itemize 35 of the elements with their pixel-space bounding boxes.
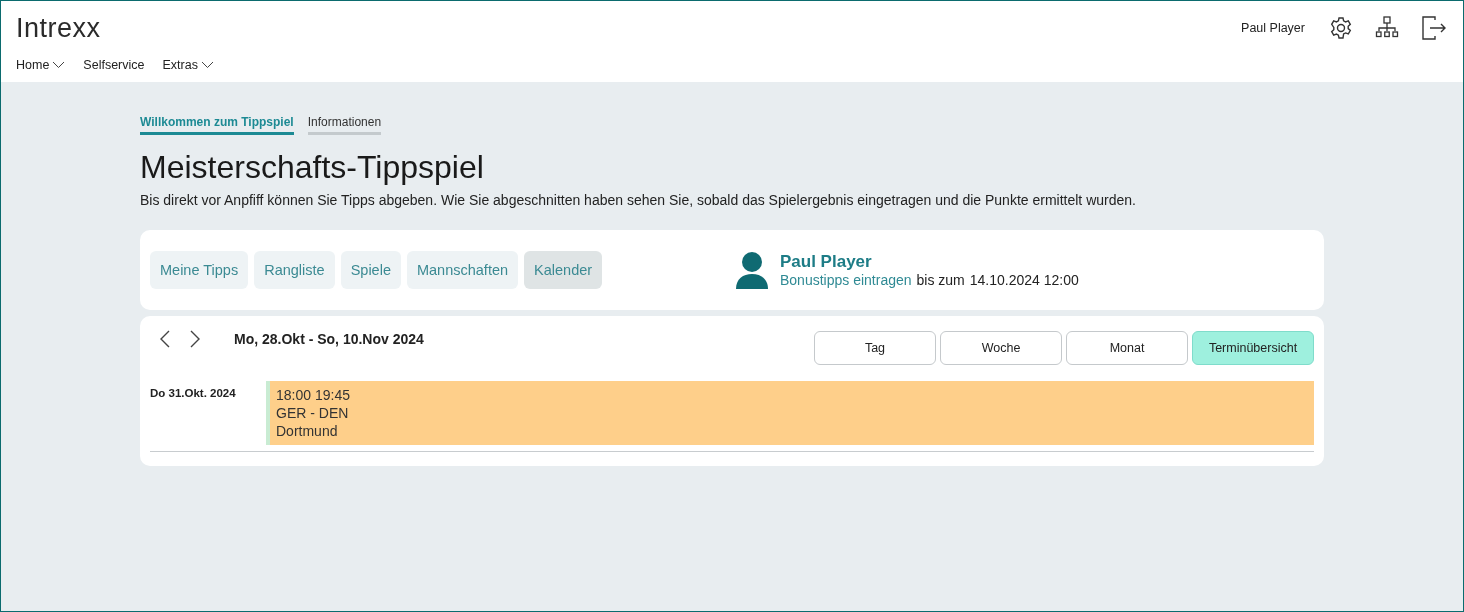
deadline-label: bis zum xyxy=(916,272,965,288)
event-place: Dortmund xyxy=(276,422,339,440)
view-button[interactable]: Woche xyxy=(940,331,1062,365)
event-time: 18:00 19:45 xyxy=(276,386,351,404)
deadline-value: 14.10.2024 12:00 xyxy=(969,272,1079,288)
bonus-link[interactable]: Bonustipps eintragen xyxy=(780,272,912,288)
nav-button[interactable]: Spiele xyxy=(340,251,401,289)
logo[interactable]: Intrexx xyxy=(16,13,214,44)
tab[interactable]: Informationen xyxy=(307,115,382,135)
view-button[interactable]: Tag xyxy=(814,331,936,365)
tab[interactable]: Willkommen zum Tippspiel xyxy=(140,115,294,135)
logout-icon[interactable] xyxy=(1421,15,1447,41)
intro-text: Bis direkt vor Anpfiff können Sie Tipps abgeben. Wie Sie abgeschnitten haben sehen Sie, sobald das Spielergebnis eingetragen und die Punkte ermittelt wurden. xyxy=(140,192,1137,208)
date-range: Mo, 28.Okt - So, 10.Nov 2024 xyxy=(234,331,424,347)
chevron-down-icon xyxy=(52,61,66,69)
chevron-left-icon xyxy=(160,330,170,348)
day-label: Do 31.Okt. 2024 xyxy=(150,386,237,401)
view-button[interactable]: Terminübersicht xyxy=(1192,331,1314,365)
menu-item[interactable]: Extras xyxy=(162,58,214,72)
chevron-down-icon xyxy=(200,61,214,69)
user-name[interactable]: Paul Player xyxy=(1241,21,1305,35)
nav-button[interactable]: Mannschaften xyxy=(406,251,519,289)
nav-button[interactable]: Rangliste xyxy=(254,251,335,289)
player-name: Paul Player xyxy=(780,252,873,272)
calendar-event[interactable]: 18:00 19:45 GER - DEN Dortmund xyxy=(266,381,1314,445)
page-title: Meisterschafts-Tippspiel xyxy=(140,149,485,186)
menu-item[interactable]: Selfservice xyxy=(83,58,145,72)
view-button[interactable]: Monat xyxy=(1066,331,1188,365)
avatar-icon xyxy=(734,251,770,289)
sitemap-icon[interactable] xyxy=(1375,16,1399,40)
settings-icon[interactable] xyxy=(1329,16,1353,40)
chevron-right-icon xyxy=(190,330,200,348)
event-title: GER - DEN xyxy=(276,404,350,422)
nav-button[interactable]: Meine Tipps xyxy=(150,251,249,289)
menu-item[interactable]: Home xyxy=(16,58,66,72)
